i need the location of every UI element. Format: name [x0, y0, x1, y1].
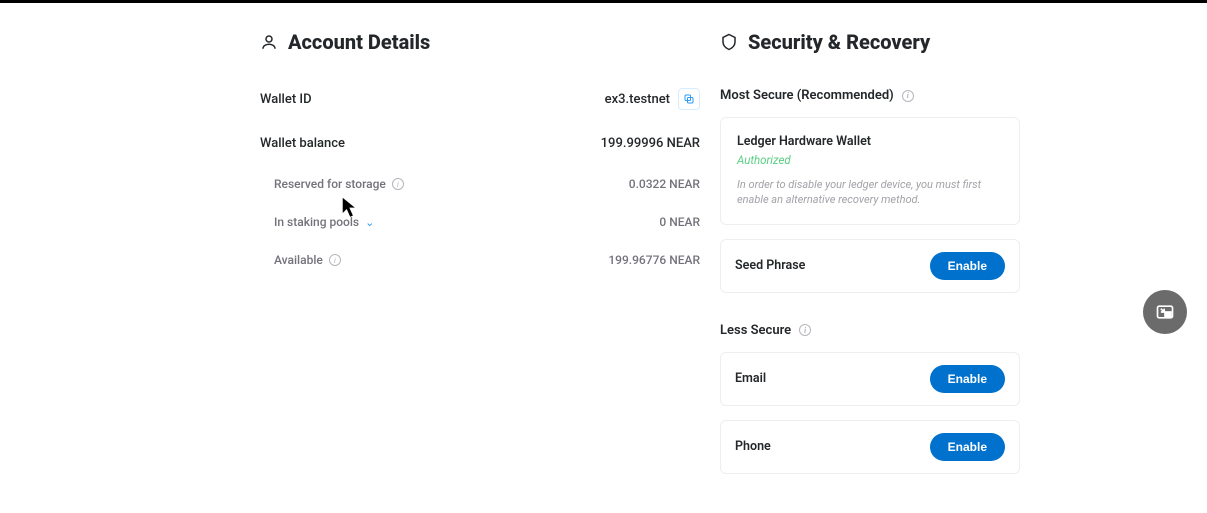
ledger-desc: In order to disable your ledger device, …	[737, 177, 1003, 208]
account-details-section: Account Details Wallet ID ex3.testnet Wa…	[260, 30, 700, 488]
wallet-id-value: ex3.testnet	[605, 92, 670, 107]
chevron-down-icon[interactable]: ⌄	[365, 216, 374, 229]
email-label: Email	[735, 371, 766, 386]
ledger-title: Ledger Hardware Wallet	[737, 134, 1003, 149]
enable-seed-phrase-button[interactable]: Enable	[930, 252, 1005, 280]
info-icon[interactable]: i	[392, 178, 404, 190]
account-details-header: Account Details	[260, 30, 700, 54]
user-icon	[260, 33, 278, 51]
pip-button[interactable]	[1143, 290, 1187, 334]
shield-icon	[720, 33, 738, 51]
copy-icon[interactable]	[678, 88, 700, 110]
phone-card: Phone Enable	[720, 420, 1020, 474]
info-icon[interactable]: i	[799, 324, 811, 336]
available-value: 199.96776 NEAR	[608, 253, 700, 267]
less-secure-label: Less Secure	[720, 323, 791, 338]
available-row: Available i 199.96776 NEAR	[260, 253, 700, 267]
available-label: Available	[274, 253, 323, 267]
account-details-title: Account Details	[288, 30, 430, 54]
wallet-balance-row: Wallet balance 199.99996 NEAR	[260, 136, 700, 151]
wallet-balance-value: 199.99996 NEAR	[601, 136, 700, 151]
ledger-status: Authorized	[737, 153, 1003, 167]
security-header: Security & Recovery	[720, 30, 1020, 54]
most-secure-header: Most Secure (Recommended) i	[720, 88, 1020, 103]
staking-label: In staking pools	[274, 215, 359, 229]
email-card: Email Enable	[720, 352, 1020, 406]
enable-email-button[interactable]: Enable	[930, 365, 1005, 393]
less-secure-header: Less Secure i	[720, 323, 1020, 338]
wallet-id-row: Wallet ID ex3.testnet	[260, 88, 700, 110]
reserved-value: 0.0322 NEAR	[629, 177, 700, 191]
ledger-card: Ledger Hardware Wallet Authorized In ord…	[720, 117, 1020, 225]
staking-value: 0 NEAR	[659, 215, 700, 229]
reserved-label: Reserved for storage	[274, 177, 386, 191]
phone-label: Phone	[735, 439, 771, 454]
top-border	[0, 0, 1207, 3]
most-secure-label: Most Secure (Recommended)	[720, 88, 894, 103]
wallet-balance-label: Wallet balance	[260, 136, 345, 151]
info-icon[interactable]: i	[329, 254, 341, 266]
reserved-row: Reserved for storage i 0.0322 NEAR	[260, 177, 700, 191]
wallet-id-label: Wallet ID	[260, 92, 312, 107]
seed-phrase-card: Seed Phrase Enable	[720, 239, 1020, 293]
staking-row: In staking pools ⌄ 0 NEAR	[260, 215, 700, 229]
info-icon[interactable]: i	[902, 90, 914, 102]
security-title: Security & Recovery	[748, 30, 930, 54]
enable-phone-button[interactable]: Enable	[930, 433, 1005, 461]
security-recovery-section: Security & Recovery Most Secure (Recomme…	[720, 30, 1020, 488]
seed-phrase-label: Seed Phrase	[735, 258, 805, 273]
